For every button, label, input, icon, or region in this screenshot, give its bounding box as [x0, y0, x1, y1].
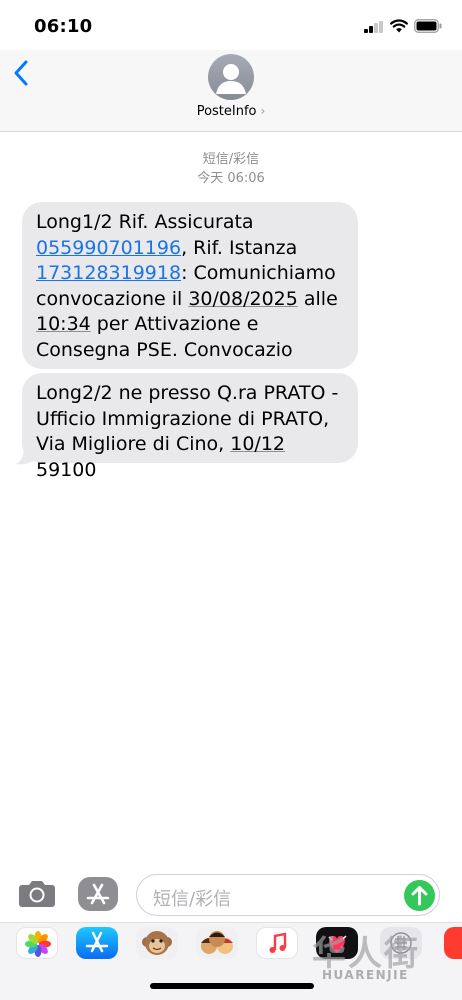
watermark-latin: HUARENJIE	[322, 968, 409, 982]
contact-name-button[interactable]: PosteInfo ›	[0, 104, 462, 119]
address-link[interactable]: 10/12	[230, 433, 285, 455]
message-bubble[interactable]: Long1/2 Rif. Assicurata 055990701196, Ri…	[22, 202, 358, 369]
home-indicator[interactable]	[150, 983, 314, 989]
message-input-placeholder: 短信/彩信	[153, 889, 232, 910]
bubble-tail	[16, 446, 34, 465]
time-link[interactable]: 10:34	[36, 313, 91, 335]
message-input[interactable]: 短信/彩信	[136, 874, 440, 916]
phone-number-link[interactable]: 173128319918	[36, 262, 181, 284]
app-store-icon[interactable]	[78, 877, 118, 911]
phone-number-link[interactable]: 055990701196	[36, 237, 181, 259]
conversation-header: PosteInfo ›	[0, 50, 462, 132]
music-icon[interactable]	[256, 927, 298, 959]
back-chevron-icon[interactable]	[12, 58, 32, 88]
camera-icon[interactable]	[18, 878, 56, 908]
contact-avatar[interactable]	[208, 54, 254, 100]
date-link[interactable]: 30/08/2025	[188, 288, 298, 310]
status-time: 06:10	[34, 16, 93, 37]
message-timestamp: 今天 06:06	[197, 171, 265, 186]
send-button[interactable]	[404, 880, 435, 911]
battery-icon	[414, 19, 442, 33]
status-bar: 06:10	[0, 0, 462, 50]
photos-icon[interactable]	[16, 927, 58, 959]
message-type-label: 短信/彩信	[202, 152, 260, 167]
arrow-up-icon	[411, 886, 428, 906]
message-bubble[interactable]: Long2/2 ne presso Q.ra PRATO - Ufficio I…	[22, 373, 358, 481]
cellular-signal-icon	[364, 21, 383, 33]
person-silhouette-icon	[216, 64, 246, 94]
app-store-app-icon[interactable]	[76, 927, 118, 959]
wifi-icon	[390, 19, 408, 33]
memoji-stickers-icon[interactable]	[196, 927, 238, 959]
monkey-memoji-icon[interactable]	[136, 927, 178, 959]
contact-name: PosteInfo	[196, 104, 257, 119]
chevron-right-icon: ›	[260, 104, 266, 118]
watermark: 华人街 HUARENJIE	[312, 926, 452, 990]
